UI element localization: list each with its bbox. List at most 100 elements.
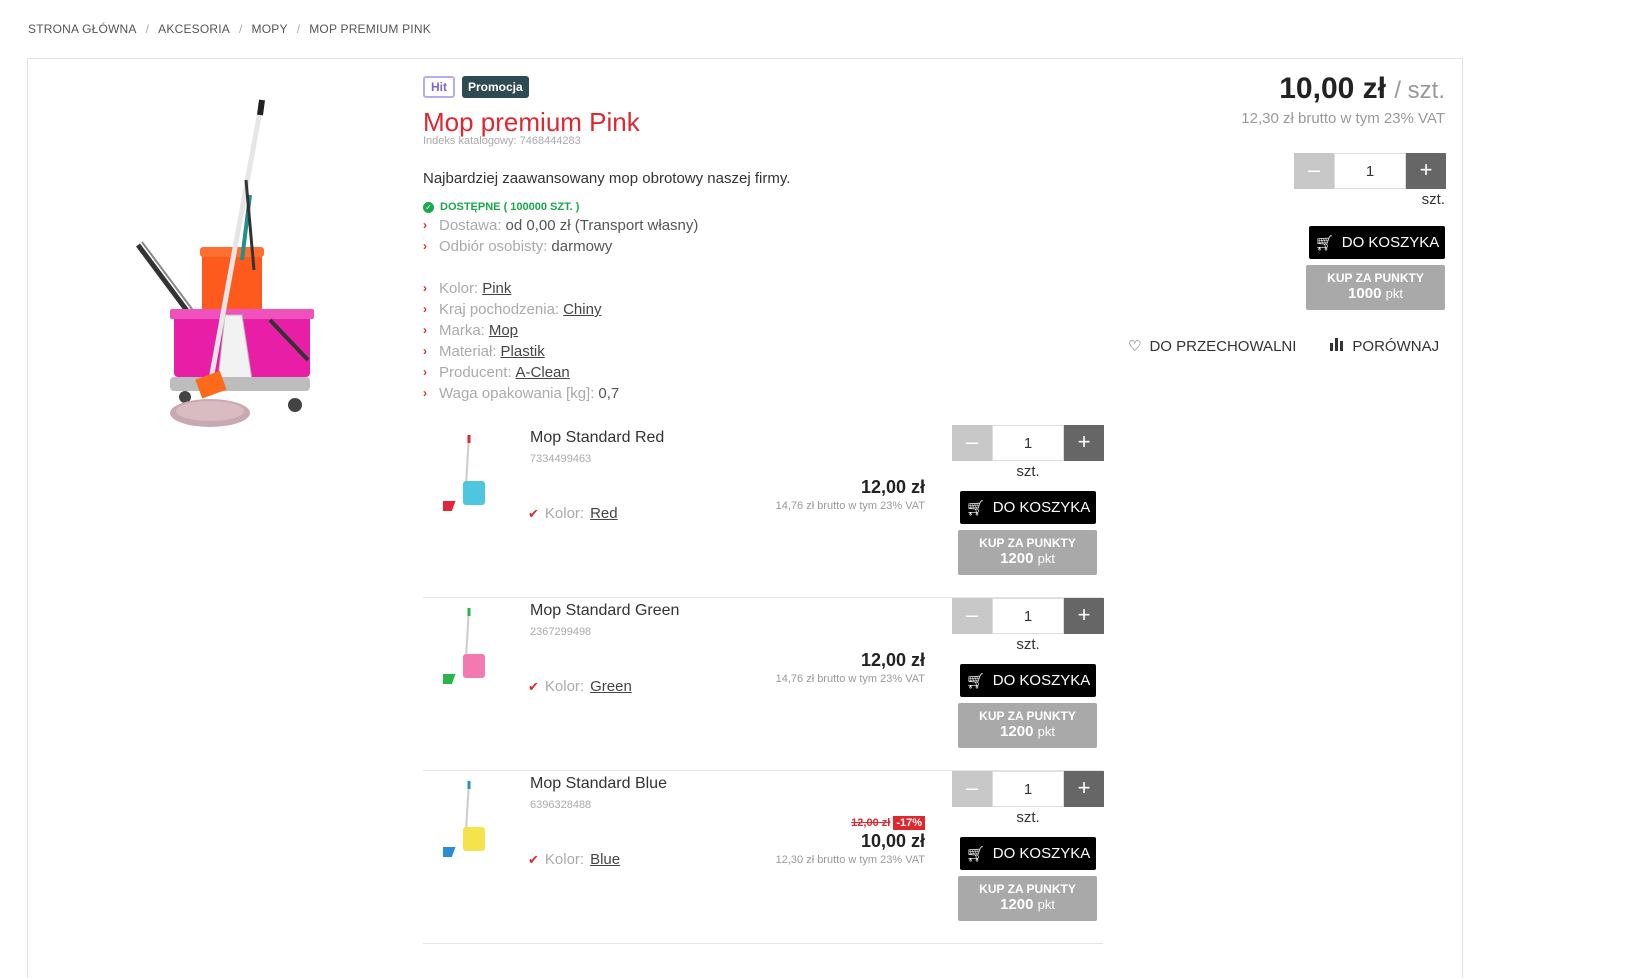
points-value-row: 1200 pkt <box>958 896 1097 913</box>
chevron-right-icon: › <box>423 302 427 316</box>
points-label: KUP ZA PUNKTY <box>979 882 1076 896</box>
chevron-right-icon: › <box>423 386 427 400</box>
attribute-label: Marka: <box>439 322 485 339</box>
qty-plus-button[interactable]: + <box>1064 771 1104 807</box>
variant-add-to-cart-button[interactable]: 🛒︎ DO KOSZYKA <box>960 837 1096 870</box>
variant-unit-label: szt. <box>1016 463 1040 480</box>
variant-image[interactable] <box>443 777 493 867</box>
points-unit: pkt <box>1037 551 1055 566</box>
attribute-link-marka[interactable]: Mop <box>489 320 518 341</box>
variant-price: 12,00 zł 14,76 zł brutto w tym 23% VAT <box>776 477 925 512</box>
variant-quantity-stepper: – + <box>952 771 1104 807</box>
heart-icon: ♡ <box>1128 338 1142 355</box>
breadcrumb-separator: / <box>239 22 243 36</box>
attribute-row-material: › Materiał: Plastik <box>423 341 1113 362</box>
attribute-link-material[interactable]: Plastik <box>501 341 545 362</box>
compare-label: PORÓWNAJ <box>1352 337 1440 355</box>
breadcrumb-home[interactable]: STRONA GŁÓWNA <box>28 22 137 36</box>
attribute-row-marka: › Marka: Mop <box>423 320 1113 341</box>
qty-input[interactable] <box>992 771 1064 807</box>
compare-button[interactable]: PORÓWNAJ <box>1330 337 1439 355</box>
main-unit-label: szt. <box>1421 191 1445 208</box>
points-label: KUP ZA PUNKTY <box>1327 271 1424 285</box>
variant-name[interactable]: Mop Standard Green <box>530 602 679 620</box>
variant-image[interactable] <box>443 604 493 694</box>
cart-icon: 🛒︎ <box>965 845 985 863</box>
add-to-cart-label: DO KOSZYKA <box>992 672 1091 689</box>
variant-price-value: 12,00 zł <box>860 650 925 670</box>
points-value: 1200 <box>1000 896 1034 913</box>
qty-input[interactable] <box>1334 153 1406 189</box>
attribute-label: Materiał: <box>439 343 497 360</box>
variant-color-link[interactable]: Green <box>590 678 632 695</box>
chevron-right-icon: › <box>423 218 427 232</box>
variant-unit-label: szt. <box>1016 809 1040 826</box>
variant-price: 12,00 zł -17% 10,00 zł 12,30 zł brutto w … <box>776 813 925 866</box>
variant-row: Mop Standard Green 2367299498 ✔ Kolor: G… <box>423 598 1104 771</box>
check-icon: ✔ <box>528 678 539 694</box>
qty-plus-button[interactable]: + <box>1406 153 1446 189</box>
variant-color: ✔ Kolor: Green <box>528 678 632 695</box>
qty-minus-button[interactable]: – <box>952 771 992 807</box>
breadcrumb: STRONA GŁÓWNA / AKCESORIA / MOPY / MOP PREM… <box>28 22 431 36</box>
pickup-value: darmowy <box>551 238 613 255</box>
breadcrumb-separator: / <box>296 22 301 36</box>
qty-plus-button[interactable]: + <box>1064 425 1104 461</box>
attribute-label: Waga opakowania [kg]: <box>439 385 595 402</box>
variant-quantity-stepper: – + <box>952 598 1104 634</box>
variant-buy-with-points-button[interactable]: KUP ZA PUNKTY 1200 pkt <box>958 703 1097 748</box>
qty-minus-button[interactable]: – <box>952 598 992 634</box>
cart-icon: 🛒︎ <box>965 672 985 690</box>
wishlist-button[interactable]: ♡ DO PRZECHOWALNI <box>1128 337 1296 356</box>
product-image[interactable] <box>130 95 340 435</box>
discount-badge: -17% <box>893 816 925 830</box>
main-price-unit: / szt. <box>1394 77 1445 104</box>
breadcrumb-separator: / <box>145 22 150 36</box>
variant-buy-with-points-button[interactable]: KUP ZA PUNKTY 1200 pkt <box>958 876 1097 921</box>
variant-old-price: 12,00 zł <box>851 817 891 829</box>
qty-input[interactable] <box>992 598 1064 634</box>
variant-name[interactable]: Mop Standard Red <box>530 429 664 447</box>
variant-price-gross: 12,30 zł brutto w tym 23% VAT <box>775 854 925 866</box>
add-to-cart-label: DO KOSZYKA <box>1341 234 1440 251</box>
qty-input[interactable] <box>992 425 1064 461</box>
hit-badge: Hit <box>423 76 455 98</box>
variant-add-to-cart-button[interactable]: 🛒︎ DO KOSZYKA <box>960 491 1096 524</box>
badge-group: Hit Promocja <box>423 76 1113 98</box>
variant-index: 6396328488 <box>530 799 592 811</box>
breadcrumb-akcesoria[interactable]: AKCESORIA <box>158 22 230 36</box>
variant-buy-with-points-button[interactable]: KUP ZA PUNKTY 1200 pkt <box>958 530 1097 575</box>
attribute-row-producent: › Producent: A-Clean <box>423 362 1113 383</box>
variant-color-link[interactable]: Red <box>590 505 618 522</box>
qty-minus-button[interactable]: – <box>1294 153 1334 189</box>
attribute-link-kraj[interactable]: Chiny <box>563 299 601 320</box>
delivery-value: od 0,00 zł (Transport własny) <box>505 217 699 234</box>
chevron-right-icon: › <box>423 323 427 337</box>
bar-chart-icon <box>1330 337 1344 355</box>
variant-image[interactable] <box>443 431 493 521</box>
variant-color-link[interactable]: Blue <box>590 851 620 868</box>
variant-color: ✔ Kolor: Red <box>528 505 618 522</box>
variant-color-label: Kolor: <box>544 678 585 695</box>
weight-value: 0,7 <box>598 385 620 402</box>
add-to-cart-label: DO KOSZYKA <box>992 499 1091 516</box>
attribute-row-kolor: › Kolor: Pink <box>423 278 1113 299</box>
delivery-row: › Dostawa: od 0,00 zł (Transport własny) <box>423 215 1113 236</box>
attribute-link-kolor[interactable]: Pink <box>482 278 511 299</box>
variant-color-label: Kolor: <box>544 851 585 868</box>
points-value-row: 1200 pkt <box>958 723 1097 740</box>
points-unit: pkt <box>1037 897 1055 912</box>
buy-with-points-button[interactable]: KUP ZA PUNKTY 1000 pkt <box>1306 265 1445 310</box>
pickup-label: Odbiór osobisty: <box>439 238 548 255</box>
attribute-link-producent[interactable]: A-Clean <box>516 362 570 383</box>
qty-minus-button[interactable]: – <box>952 425 992 461</box>
variant-name[interactable]: Mop Standard Blue <box>530 775 667 793</box>
check-circle-icon: ✓ <box>423 201 434 213</box>
add-to-cart-button[interactable]: 🛒︎ DO KOSZYKA <box>1309 226 1445 259</box>
variant-add-to-cart-button[interactable]: 🛒︎ DO KOSZYKA <box>960 664 1096 697</box>
breadcrumb-current: MOP PREMIUM PINK <box>309 22 431 36</box>
breadcrumb-mopy[interactable]: MOPY <box>252 22 288 36</box>
qty-plus-button[interactable]: + <box>1064 598 1104 634</box>
attribute-row-waga: › Waga opakowania [kg]: 0,7 <box>423 383 1113 404</box>
chevron-right-icon: › <box>423 239 427 253</box>
